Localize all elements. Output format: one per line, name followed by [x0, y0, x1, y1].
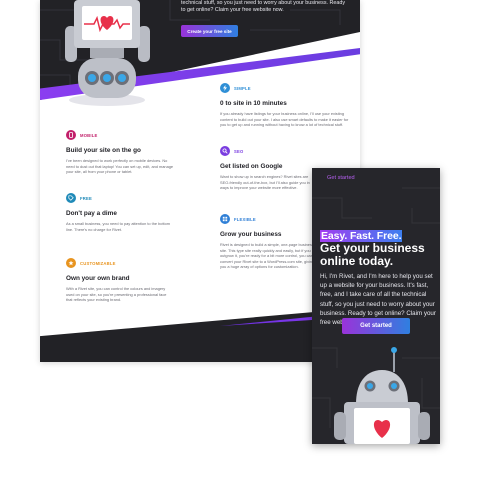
feature-title: Don't pay a dime: [66, 210, 117, 217]
feature-description: As a small business, you need to pay att…: [66, 221, 171, 232]
rivet-robot-illustration: [334, 347, 430, 444]
get-started-button[interactable]: Get started: [342, 318, 410, 334]
feature-description: With a Rivet site, you can control the c…: [66, 286, 167, 303]
tag-icon: [66, 193, 76, 203]
feature-tag: SEO: [234, 148, 244, 154]
phone-icon: [66, 130, 76, 140]
feature-description: Want to show up in search engines? Rivet…: [220, 174, 310, 191]
feature-description: If you already have listings for your bu…: [220, 111, 349, 128]
showcase-stage: technical stuff, so you just need to wor…: [0, 0, 480, 480]
feature-tag: MOBILE: [80, 132, 98, 138]
rivet-robot-illustration: [65, 0, 150, 106]
feature-description: I've been designed to work perfectly on …: [66, 158, 174, 175]
hero-description: technical stuff, so you just need to wor…: [181, 0, 346, 14]
feature-tag: FLEXIBLE: [234, 216, 256, 222]
feature-title: Own your own brand: [66, 275, 130, 282]
feature-simple: SIMPLE 0 to site in 10 minutes If you al…: [220, 83, 350, 128]
feature-title: 0 to site in 10 minutes: [220, 100, 287, 107]
feature-title: Grow your business: [220, 231, 282, 238]
create-free-site-button[interactable]: Create your free site: [181, 25, 238, 37]
get-started-nav-link[interactable]: Get started: [327, 175, 355, 181]
search-icon: [220, 146, 230, 156]
feature-tag: FREE: [80, 195, 92, 201]
feature-title: Build your site on the go: [66, 147, 141, 154]
feature-tag: CUSTOMIZABLE: [80, 260, 116, 266]
feature-free: FREE Don't pay a dime As a small busines…: [66, 193, 174, 232]
page-title: Get your business online today.: [320, 241, 425, 268]
feature-mobile: MOBILE Build your site on the go I've be…: [66, 130, 174, 175]
mobile-mockup: Get started Easy. Fast. Free. Get your b…: [312, 168, 440, 444]
feature-tag: SIMPLE: [234, 85, 251, 91]
star-icon: [66, 258, 76, 268]
feature-description: Rivet is designed to build a simple, one…: [220, 242, 315, 270]
grid-icon: [220, 214, 230, 224]
lightning-icon: [220, 83, 230, 93]
feature-customizable: CUSTOMIZABLE Own your own brand With a R…: [66, 258, 174, 303]
feature-flexible: FLEXIBLE Grow your business Rivet is des…: [220, 214, 318, 270]
